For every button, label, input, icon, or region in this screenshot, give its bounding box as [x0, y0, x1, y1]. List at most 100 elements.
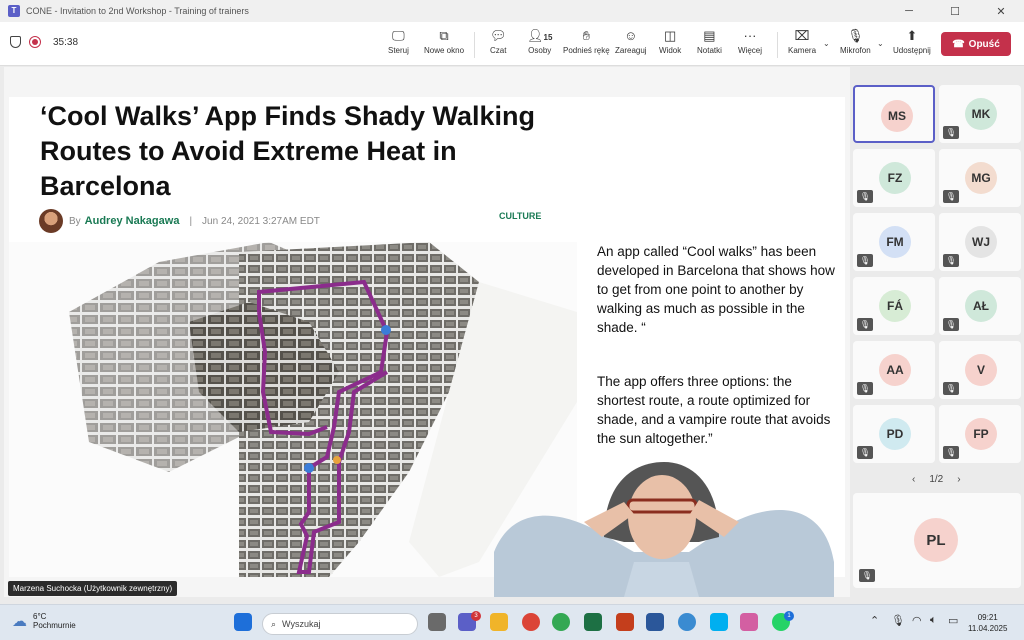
maximize-icon[interactable]: ☐	[932, 5, 978, 18]
notes-label: Notatki	[697, 46, 722, 55]
window-titlebar: T CONE - Invitation to 2nd Workshop - Tr…	[0, 0, 1024, 22]
windows-taskbar: ☁ 6°C Pochmurnie ⌕ Wyszukaj 3 1 ⌃ 🎙︎ ◠ 🔈…	[0, 604, 1024, 640]
participant-tile[interactable]: PD 🎙︎	[853, 405, 935, 463]
react-button[interactable]: ☺ Zareaguj	[615, 28, 647, 55]
search-placeholder: Wyszukaj	[282, 619, 321, 629]
raise-hand-icon: ✋︎	[582, 28, 591, 43]
mic-muted-icon: 🎙︎	[857, 382, 873, 395]
meeting-timer: 35:38	[53, 36, 79, 48]
participant-tile[interactable]: AŁ 🎙︎	[939, 277, 1021, 335]
chat-label: Czat	[490, 46, 507, 55]
volume-icon[interactable]: 🔈︎	[930, 614, 937, 627]
more-button[interactable]: ··· Więcej	[738, 28, 762, 55]
pager-prev-icon[interactable]: ‹	[912, 474, 915, 485]
leave-label: Opuść	[968, 38, 1000, 50]
weather-widget[interactable]: ☁ 6°C Pochmurnie	[12, 612, 76, 630]
mic-muted-tray-icon[interactable]: 🎙︎	[891, 614, 905, 627]
chat-button[interactable]: 💬︎ Czat	[490, 28, 507, 55]
search-icon: ⌕	[271, 618, 277, 629]
pager-next-icon[interactable]: ›	[957, 474, 960, 485]
mic-muted-icon: 🎙︎	[857, 254, 873, 267]
participant-tile[interactable]: FZ 🎙︎	[853, 149, 935, 207]
participant-avatar: MS	[881, 100, 913, 132]
byline-divider: |	[189, 215, 193, 227]
browser-icon[interactable]	[678, 613, 696, 631]
raise-hand-label: Podnieś rękę	[563, 46, 610, 55]
word-icon[interactable]	[646, 613, 664, 631]
mic-muted-icon: 🎙︎	[943, 126, 959, 139]
participant-tile[interactable]: FM 🎙︎	[853, 213, 935, 271]
weather-condition: Pochmurnie	[33, 621, 76, 630]
share-button[interactable]: ⬆ Udostępnij	[893, 28, 931, 55]
participant-avatar: FZ	[879, 162, 911, 194]
author-avatar	[39, 209, 63, 233]
powerpoint-icon[interactable]	[616, 613, 634, 631]
notes-button[interactable]: ▤ Notatki	[697, 28, 722, 55]
taskbar-clock[interactable]: 09:21 11.04.2025	[968, 612, 1007, 634]
recording-icon	[29, 36, 41, 48]
view-button[interactable]: ◫ Widok	[659, 28, 681, 55]
start-icon[interactable]	[234, 613, 252, 631]
author-name: Audrey Nakagawa	[84, 215, 180, 227]
participant-tile[interactable]: MS	[853, 85, 935, 143]
app-icon[interactable]	[740, 613, 758, 631]
article-date: Jun 24, 2021 3:27AM EDT	[202, 215, 320, 227]
people-button[interactable]: 👤︎15 Osoby	[527, 28, 552, 55]
article-category: CULTURE	[499, 211, 542, 221]
people-icon: 👤︎	[527, 28, 544, 43]
window-controls: ─ ☐ ✕	[886, 5, 1024, 18]
leave-button[interactable]: ☎ Opuść	[941, 32, 1011, 56]
mic-button[interactable]: 🎙︎ Mikrofon	[840, 28, 871, 55]
participant-tile[interactable]: AA 🎙︎	[853, 341, 935, 399]
taskbar-search[interactable]: ⌕ Wyszukaj	[262, 613, 418, 635]
chevron-down-icon[interactable]: ⌄	[877, 39, 884, 48]
excel-icon[interactable]	[584, 613, 602, 631]
chevron-up-icon[interactable]: ⌃	[870, 614, 879, 627]
participant-tile[interactable]: WJ 🎙︎	[939, 213, 1021, 271]
raise-hand-button[interactable]: ✋︎ Podnieś rękę	[563, 28, 610, 55]
participant-tile[interactable]: MG 🎙︎	[939, 149, 1021, 207]
clock-time: 09:21	[977, 613, 998, 622]
participant-tile[interactable]: V 🎙︎	[939, 341, 1021, 399]
participant-tile[interactable]: MK 🎙︎	[939, 85, 1021, 143]
mic-muted-icon: 🎙︎	[943, 318, 959, 331]
chrome-profile-icon[interactable]	[552, 613, 570, 631]
notes-icon: ▤	[703, 28, 716, 43]
control-label: Steruj	[388, 46, 409, 55]
presenter-video	[494, 462, 834, 597]
share-screen-icon: 🖵	[392, 28, 405, 43]
share-icon: ⬆	[906, 28, 918, 43]
chrome-icon[interactable]	[522, 613, 540, 631]
participant-avatar: MG	[965, 162, 997, 194]
battery-icon[interactable]: ▭	[948, 614, 958, 627]
participant-avatar: AŁ	[965, 290, 997, 322]
minimize-icon[interactable]: ─	[886, 5, 932, 18]
participant-avatar: V	[965, 354, 997, 386]
by-label: By	[69, 215, 81, 227]
skype-icon[interactable]	[710, 613, 728, 631]
control-button[interactable]: 🖵 Steruj	[388, 28, 409, 55]
window-title: CONE - Invitation to 2nd Workshop - Trai…	[26, 6, 249, 16]
mic-muted-icon: 🎙︎	[943, 190, 959, 203]
mic-muted-icon: 🎙︎	[857, 318, 873, 331]
article-byline: By Audrey Nakagawa | Jun 24, 2021 3:27AM…	[39, 209, 320, 233]
camera-button[interactable]: ⌧ Kamera	[788, 28, 816, 55]
participant-tile[interactable]: FÁ 🎙︎	[853, 277, 935, 335]
task-view-icon[interactable]	[428, 613, 446, 631]
participant-avatar: MK	[965, 98, 997, 130]
file-explorer-icon[interactable]	[490, 613, 508, 631]
participant-tile[interactable]: FP 🎙︎	[939, 405, 1021, 463]
new-window-button[interactable]: ⧉ Nowe okno	[424, 28, 464, 55]
participant-avatar: FÁ	[879, 290, 911, 322]
shield-icon	[10, 36, 21, 48]
wifi-icon[interactable]: ◠	[912, 614, 922, 627]
mic-muted-icon: 🎙︎	[859, 569, 875, 582]
chevron-down-icon[interactable]: ⌄	[823, 39, 830, 48]
participant-pager: ‹ 1/2 ›	[912, 474, 961, 485]
presenter-name-tag: Marzena Suchocka (Użytkownik zewnętrzny)	[8, 581, 178, 596]
participant-avatar: WJ	[965, 226, 997, 258]
slide-paragraph-2: The app offers three options: the shorte…	[597, 374, 831, 446]
featured-participant-tile[interactable]: PL 🎙︎	[853, 493, 1021, 588]
close-icon[interactable]: ✕	[978, 5, 1024, 18]
participant-avatar: PL	[914, 518, 958, 562]
